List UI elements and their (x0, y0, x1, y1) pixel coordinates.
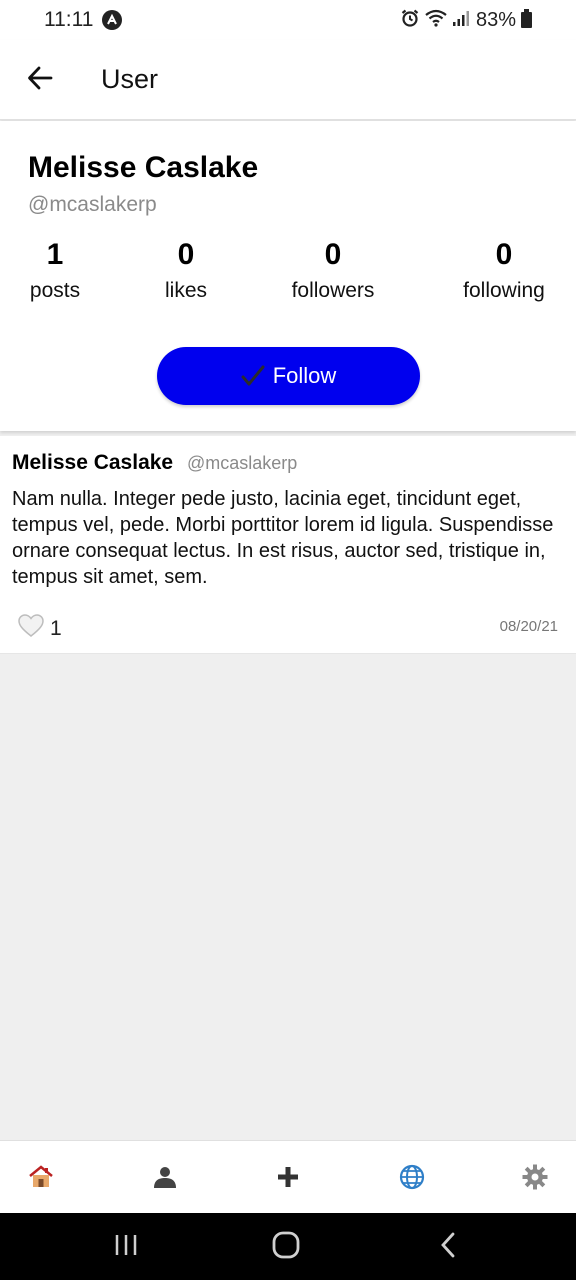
stat-followers-value: 0 (324, 238, 342, 271)
notification-app-icon (102, 10, 122, 30)
status-bar: 11:11 83% (0, 0, 576, 40)
home-system-button[interactable] (272, 1231, 300, 1264)
user-icon (153, 1165, 177, 1194)
like-button[interactable]: 1 (18, 614, 62, 643)
add-icon (277, 1166, 299, 1193)
home-circle-icon (272, 1231, 300, 1264)
post-date: 08/20/21 (499, 618, 558, 635)
recents-icon (113, 1233, 139, 1262)
page-title: User (101, 64, 159, 94)
stat-followers[interactable]: 0 followers (258, 237, 408, 303)
back-button[interactable] (20, 60, 60, 100)
follow-button[interactable]: Follow (157, 347, 420, 405)
profile-name: Melisse Caslake (28, 151, 259, 184)
signal-icon (452, 8, 470, 33)
nav-explore[interactable] (396, 1163, 428, 1195)
wifi-icon (424, 8, 448, 33)
home-icon (28, 1164, 54, 1194)
profile-handle: @mcaslakerp (28, 193, 157, 216)
post-author[interactable]: Melisse Caslake (12, 451, 173, 475)
profile-card: Melisse Caslake @mcaslakerp 1 posts 0 li… (0, 121, 576, 431)
system-nav-bar (0, 1213, 576, 1280)
recents-button[interactable] (112, 1233, 140, 1261)
stat-likes[interactable]: 0 likes (111, 237, 261, 303)
stat-likes-label: likes (164, 279, 207, 302)
follow-button-label: Follow (272, 363, 337, 388)
back-system-button[interactable] (436, 1232, 460, 1263)
heart-icon (18, 614, 44, 643)
settings-icon (522, 1164, 548, 1195)
post-handle: @mcaslakerp (187, 453, 298, 473)
post-body: Nam nulla. Integer pede justo, lacinia e… (12, 488, 554, 588)
battery-percentage: 83% (475, 8, 516, 31)
status-icons: 83% (400, 8, 516, 32)
nav-profile[interactable] (149, 1163, 181, 1195)
post-card[interactable]: Melisse Caslake @mcaslakerp Nam nulla. I… (0, 436, 576, 654)
stat-likes-value: 0 (177, 238, 195, 271)
app-header: User (0, 40, 576, 120)
status-time: 11:11 (44, 8, 94, 31)
stat-following[interactable]: 0 following (429, 237, 576, 303)
like-count: 1 (50, 616, 62, 640)
bottom-nav (0, 1140, 576, 1214)
stat-followers-label: followers (291, 279, 375, 302)
check-icon (241, 365, 265, 387)
nav-home[interactable] (25, 1163, 57, 1195)
arrow-left-icon (27, 65, 53, 96)
nav-settings[interactable] (519, 1163, 551, 1195)
stat-following-value: 0 (495, 238, 513, 271)
nav-add[interactable] (272, 1163, 304, 1195)
back-chevron-icon (438, 1232, 458, 1263)
globe-icon (399, 1164, 425, 1195)
battery-icon (521, 9, 532, 28)
alarm-icon (400, 8, 420, 33)
stat-following-label: following (463, 279, 545, 302)
